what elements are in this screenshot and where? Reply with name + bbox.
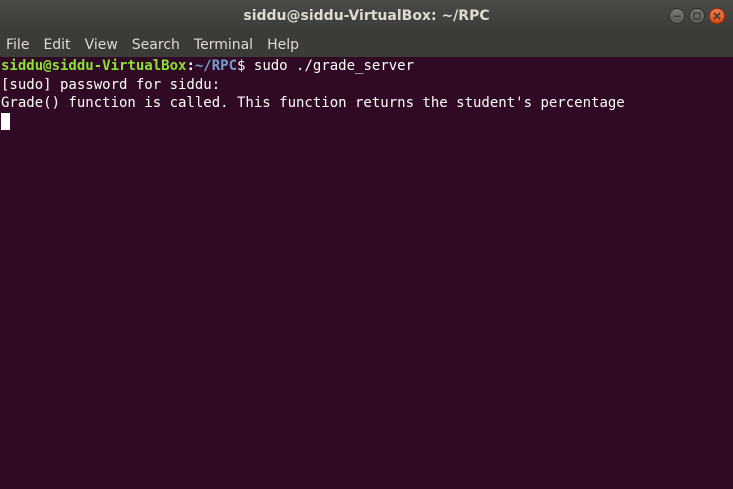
- window-title: siddu@siddu-VirtualBox: ~/RPC: [243, 8, 490, 24]
- prompt-line: siddu@siddu-VirtualBox:~/RPC$ sudo ./gra…: [1, 57, 733, 76]
- minimize-icon: [673, 15, 681, 17]
- prompt-suffix: $: [237, 58, 254, 74]
- minimize-button[interactable]: [669, 8, 685, 24]
- terminal-area[interactable]: siddu@siddu-VirtualBox:~/RPC$ sudo ./gra…: [0, 57, 733, 489]
- menu-bar: File Edit View Search Terminal Help: [0, 33, 733, 57]
- prompt-colon: :: [186, 58, 195, 74]
- menu-search[interactable]: Search: [125, 33, 187, 57]
- prompt-user: siddu@siddu-VirtualBox: [1, 58, 187, 74]
- menu-terminal[interactable]: Terminal: [187, 33, 260, 57]
- menu-file[interactable]: File: [0, 33, 36, 57]
- menu-edit[interactable]: Edit: [36, 33, 77, 57]
- close-icon: [713, 12, 721, 20]
- prompt-path: ~/RPC: [194, 58, 238, 74]
- maximize-button[interactable]: [689, 8, 705, 24]
- output-line: [sudo] password for siddu:: [1, 76, 221, 93]
- output-line: Grade() function is called. This functio…: [1, 95, 625, 111]
- command-text: sudo ./grade_server: [253, 58, 415, 74]
- menu-help[interactable]: Help: [260, 33, 306, 57]
- terminal-window: siddu@siddu-VirtualBox: ~/RPC File Edit …: [0, 0, 733, 489]
- title-bar[interactable]: siddu@siddu-VirtualBox: ~/RPC: [0, 0, 733, 33]
- cursor-line: [1, 112, 733, 132]
- menu-view[interactable]: View: [78, 33, 125, 57]
- window-controls: [669, 8, 725, 25]
- close-button[interactable]: [709, 8, 725, 24]
- text-cursor: [1, 112, 10, 130]
- maximize-icon: [693, 12, 701, 20]
